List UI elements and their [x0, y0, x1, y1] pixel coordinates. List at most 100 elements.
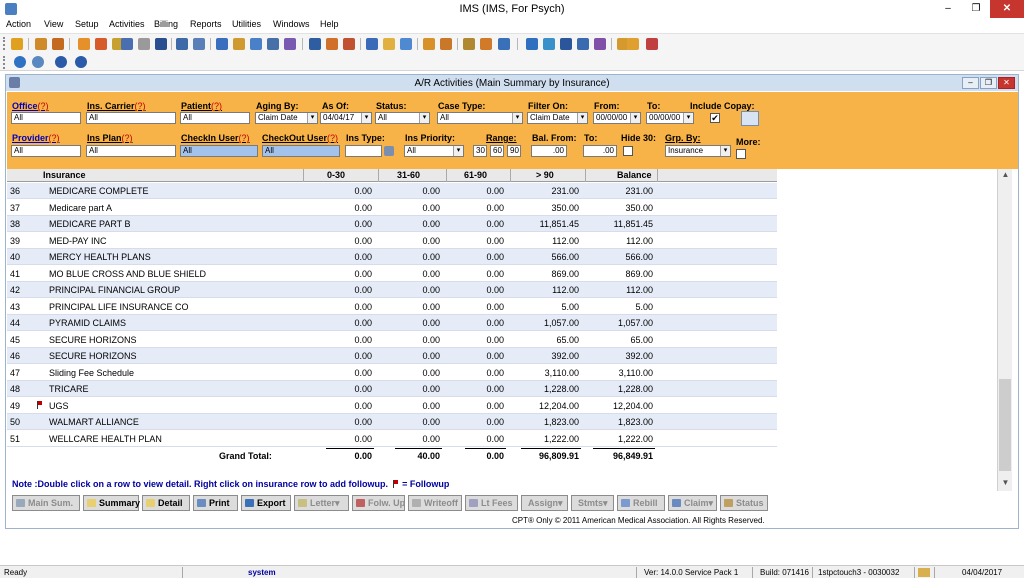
print-button[interactable]: Print — [193, 495, 238, 511]
table-row[interactable]: 40 MERCY HEALTH PLANS 0.00 0.00 0.00 566.00 56… — [7, 249, 777, 265]
provider-label[interactable]: Provider(?) — [12, 133, 60, 143]
child-restore-button[interactable]: ❐ — [980, 77, 997, 89]
chart-icon[interactable] — [480, 38, 492, 50]
patient-label[interactable]: Patient(?) — [181, 101, 222, 111]
toolbar-grip[interactable] — [3, 37, 5, 50]
status-button[interactable]: Status — [720, 495, 768, 511]
eob-icon[interactable] — [284, 38, 296, 50]
user-icon[interactable] — [11, 38, 23, 50]
status-select[interactable]: All ▾ — [375, 112, 430, 124]
table-row[interactable]: 49 UGS 0.00 0.00 0.00 12,204.00 12,204.00 — [7, 398, 777, 414]
toolbar-grip[interactable] — [3, 56, 5, 69]
scroll-up-icon[interactable]: ▲ — [998, 169, 1013, 181]
table-row[interactable]: 43 PRINCIPAL LIFE INSURANCE CO 0.00 0.00 0.0… — [7, 299, 777, 315]
rebill-button[interactable]: Rebill — [617, 495, 665, 511]
claims-icon[interactable] — [267, 38, 279, 50]
more-checkbox[interactable] — [736, 149, 746, 159]
chevron-down-icon[interactable]: ▾ — [419, 113, 429, 123]
detail-button[interactable]: Detail — [142, 495, 190, 511]
table-row[interactable]: 50 WALMART ALLIANCE 0.00 0.00 0.00 1,823.00 1,… — [7, 414, 777, 430]
menu-billing[interactable]: Billing — [154, 19, 178, 29]
col-divider[interactable] — [585, 169, 586, 182]
include-copay-checkbox[interactable]: ✔ — [710, 113, 720, 123]
table-row[interactable]: 41 MO BLUE CROSS AND BLUE SHIELD 0.00 0.00 0… — [7, 266, 777, 282]
grp-by-select[interactable]: Insurance ▾ — [665, 145, 731, 157]
menu-utilities[interactable]: Utilities — [232, 19, 261, 29]
table-row[interactable]: 51 WELLCARE HEALTH PLAN 0.00 0.00 0.00 1,222.… — [7, 431, 777, 447]
patient-field[interactable]: All — [180, 112, 250, 124]
grid-scrollbar[interactable]: ▲ ▼ — [997, 169, 1012, 491]
main-sum-button[interactable]: Main Sum. — [12, 495, 80, 511]
word-icon[interactable] — [560, 38, 572, 50]
ins-plan-label[interactable]: Ins Plan(?) — [87, 133, 133, 143]
users-icon[interactable] — [52, 38, 64, 50]
provider-field[interactable]: All — [11, 145, 81, 157]
schedule-icon[interactable] — [193, 38, 205, 50]
menu-reports[interactable]: Reports — [190, 19, 222, 29]
scan-icon[interactable] — [577, 38, 589, 50]
table-row[interactable]: 47 Sliding Fee Schedule 0.00 0.00 0.00 3,110.… — [7, 365, 777, 381]
network-icon[interactable] — [32, 56, 44, 68]
col-61-90[interactable]: 61-90 — [464, 170, 487, 180]
chevron-down-icon[interactable]: ▾ — [630, 113, 640, 123]
col-divider[interactable] — [510, 169, 511, 182]
close-button[interactable]: ✕ — [990, 0, 1024, 18]
ins-carrier-field[interactable]: All — [86, 112, 176, 124]
ins-type-field[interactable] — [345, 145, 382, 157]
grp-by-label[interactable]: Grp. By: — [665, 133, 701, 143]
range-label[interactable]: Range: — [486, 133, 517, 143]
scroll-down-icon[interactable]: ▼ — [998, 477, 1013, 489]
table-row[interactable]: 45 SECURE HORIZONS 0.00 0.00 0.00 65.00 65.00 — [7, 332, 777, 348]
table-row[interactable]: 37 Medicare part A 0.00 0.00 0.00 350.00 350.0… — [7, 200, 777, 216]
table-row[interactable]: 39 MED-PAY INC 0.00 0.00 0.00 112.00 112.00 — [7, 233, 777, 249]
edit-icon[interactable] — [95, 38, 107, 50]
scroll-thumb[interactable] — [999, 379, 1011, 471]
table-row[interactable]: 48 TRICARE 0.00 0.00 0.00 1,228.00 1,228.00 — [7, 381, 777, 397]
letter-button[interactable]: Letter▾ — [294, 495, 349, 511]
child-close-button[interactable]: ✕ — [998, 77, 1015, 89]
ins-priority-select[interactable]: All ▾ — [404, 145, 464, 157]
shield-icon[interactable] — [155, 38, 167, 50]
cancel-icon[interactable] — [75, 56, 87, 68]
file-icon[interactable] — [423, 38, 435, 50]
col-divider[interactable] — [378, 169, 379, 182]
hide30-checkbox[interactable] — [623, 146, 633, 156]
aging-by-select[interactable]: Claim Date ▾ — [255, 112, 318, 124]
sync-icon[interactable] — [543, 38, 555, 50]
report-icon[interactable] — [309, 38, 321, 50]
table-row[interactable]: 36 MEDICARE COMPLETE 0.00 0.00 0.00 231.00 231… — [7, 183, 777, 199]
range-2-field[interactable]: 60 — [490, 145, 504, 157]
col-divider[interactable] — [657, 169, 658, 182]
document-icon[interactable] — [343, 38, 355, 50]
export-button[interactable]: Export — [241, 495, 291, 511]
reload-icon[interactable] — [14, 56, 26, 68]
checkin-user-label[interactable]: CheckIn User(?) — [181, 133, 250, 143]
print-icon[interactable] — [498, 38, 510, 50]
help-book-icon[interactable] — [594, 38, 606, 50]
chevron-down-icon[interactable]: ▾ — [307, 113, 317, 123]
payments-icon[interactable] — [233, 38, 245, 50]
refresh-icon[interactable] — [526, 38, 538, 50]
minimize-button[interactable]: – — [934, 0, 962, 18]
restore-button[interactable]: ❐ — [962, 0, 990, 18]
menu-windows[interactable]: Windows — [273, 19, 310, 29]
case-type-select[interactable]: All ▾ — [437, 112, 523, 124]
ins-carrier-label[interactable]: Ins. Carrier(?) — [87, 101, 146, 111]
go-icon[interactable] — [741, 111, 759, 126]
chevron-down-icon[interactable]: ▾ — [361, 113, 371, 123]
col-over-90[interactable]: > 90 — [536, 170, 554, 180]
globe-icon[interactable] — [400, 38, 412, 50]
tools-icon[interactable] — [326, 38, 338, 50]
col-divider[interactable] — [446, 169, 447, 182]
lookup-icon[interactable] — [384, 146, 394, 156]
table-row[interactable]: 38 MEDICARE PART B 0.00 0.00 0.00 11,851.45 11… — [7, 216, 777, 232]
checkin-user-field[interactable]: All — [180, 145, 258, 157]
lt-fees-button[interactable]: Lt Fees — [465, 495, 518, 511]
table-row[interactable]: 42 PRINCIPAL FINANCIAL GROUP 0.00 0.00 0.00 1… — [7, 282, 777, 298]
calc-icon[interactable] — [121, 38, 133, 50]
office-field[interactable]: All — [11, 112, 81, 124]
folw-up-button[interactable]: Folw. Up — [352, 495, 405, 511]
menu-help[interactable]: Help — [320, 19, 339, 29]
menu-setup[interactable]: Setup — [75, 19, 99, 29]
chevron-down-icon[interactable]: ▾ — [720, 146, 730, 156]
